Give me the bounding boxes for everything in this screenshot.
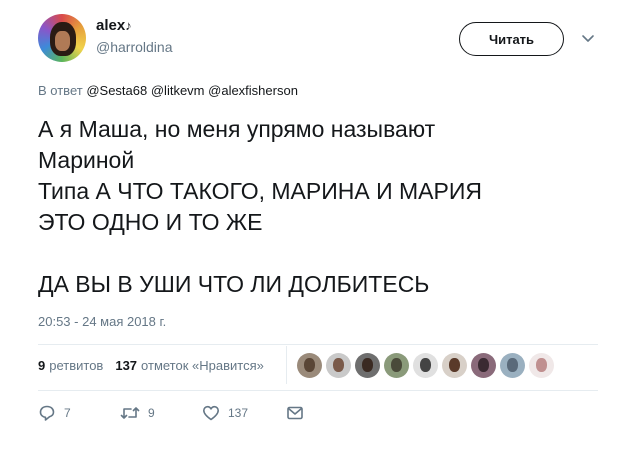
- retweets-stat[interactable]: 9 ретвитов: [38, 358, 103, 373]
- liker-avatar-face: [304, 358, 315, 372]
- likes-stat[interactable]: 137 отметок «Нравится»: [115, 358, 264, 373]
- name-suffix: ♪: [125, 18, 132, 33]
- chevron-down-icon[interactable]: [580, 30, 596, 46]
- liker-avatar-face: [362, 358, 373, 372]
- like-button[interactable]: 137: [202, 404, 286, 422]
- liker-avatar-face: [449, 358, 460, 372]
- reply-icon: [39, 405, 55, 421]
- liker-avatar-face: [391, 358, 402, 372]
- reply-context: В ответ @Sesta68 @litkevm @alexfisherson: [38, 83, 298, 98]
- mention-link[interactable]: @litkevm: [151, 83, 205, 98]
- tweet-line: Типа А ЧТО ТАКОГО, МАРИНА И МАРИЯ: [38, 178, 482, 204]
- retweet-count: 9: [148, 406, 155, 420]
- divider: [286, 346, 287, 384]
- liker-avatar-face: [420, 358, 431, 372]
- liker-avatars: [297, 353, 558, 378]
- tweet-text: А я Маша, но меня упрямо называют Марино…: [38, 114, 598, 300]
- liker-avatar-face: [478, 358, 489, 372]
- reply-count: 7: [64, 406, 71, 420]
- retweet-button[interactable]: 9: [120, 404, 202, 422]
- liker-avatar-face: [333, 358, 344, 372]
- mention-link[interactable]: @Sesta68: [86, 83, 147, 98]
- follow-button[interactable]: Читать: [459, 22, 564, 56]
- avatar[interactable]: [38, 14, 86, 62]
- tweet-line: Мариной: [38, 147, 135, 173]
- tweet-line: А я Маша, но меня упрямо называют: [38, 116, 436, 142]
- mention-link[interactable]: @alexfisherson: [208, 83, 298, 98]
- liker-avatar-face: [507, 358, 518, 372]
- tweet-timestamp[interactable]: 20:53 - 24 мая 2018 г.: [38, 314, 166, 329]
- liker-avatar[interactable]: [471, 353, 496, 378]
- liker-avatar-face: [536, 358, 547, 372]
- tweet-card: alex♪ @harroldina Читать В ответ @Sesta6…: [0, 0, 634, 456]
- liker-avatar[interactable]: [384, 353, 409, 378]
- liker-avatar[interactable]: [413, 353, 438, 378]
- reply-button[interactable]: 7: [38, 404, 120, 422]
- liker-avatar[interactable]: [442, 353, 467, 378]
- envelope-icon: [287, 406, 303, 420]
- tweet-line: ДА ВЫ В УШИ ЧТО ЛИ ДОЛБИТЕСЬ: [38, 271, 430, 297]
- heart-icon: [203, 405, 219, 421]
- author-handle[interactable]: @harroldina: [96, 39, 172, 55]
- tweet-line: [38, 238, 598, 269]
- tweet-stats: 9 ретвитов 137 отметок «Нравится»: [38, 358, 276, 373]
- liker-avatar[interactable]: [355, 353, 380, 378]
- liker-avatar[interactable]: [529, 353, 554, 378]
- liker-avatar[interactable]: [326, 353, 351, 378]
- divider: [38, 390, 598, 391]
- divider: [38, 344, 598, 345]
- like-count: 137: [228, 406, 249, 420]
- liker-avatar[interactable]: [500, 353, 525, 378]
- retweet-icon: [120, 407, 140, 419]
- liker-avatar[interactable]: [297, 353, 322, 378]
- tweet-line: ЭТО ОДНО И ТО ЖЕ: [38, 209, 263, 235]
- author-display-name[interactable]: alex♪: [96, 17, 132, 34]
- tweet-actions: 7 9 137: [38, 404, 304, 422]
- direct-message-button[interactable]: [286, 404, 304, 422]
- avatar-face: [55, 31, 70, 51]
- reply-prefix: В ответ: [38, 83, 83, 98]
